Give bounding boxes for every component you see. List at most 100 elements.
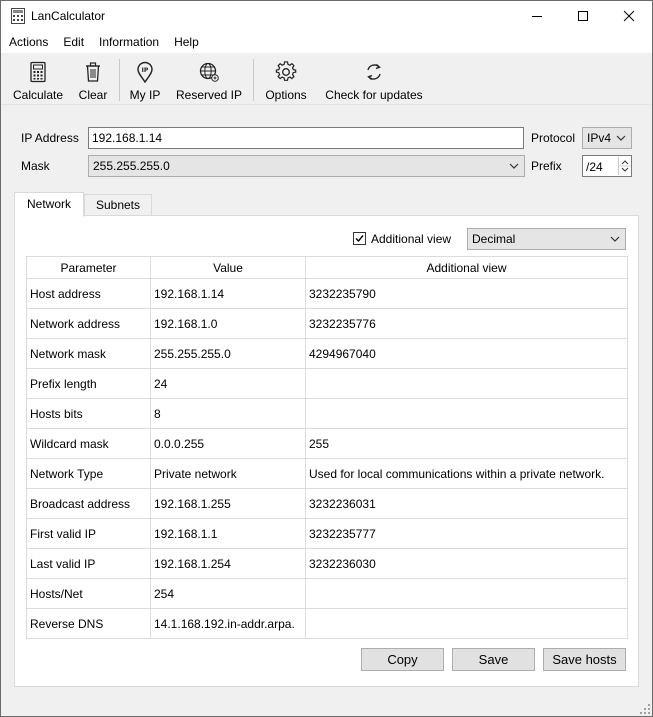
cell-parameter[interactable]: Network mask bbox=[26, 338, 151, 369]
maximize-icon bbox=[578, 11, 588, 21]
cell-additional[interactable]: 3232236031 bbox=[305, 488, 628, 519]
options-label: Options bbox=[265, 88, 307, 102]
cell-additional[interactable] bbox=[305, 578, 628, 609]
prefix-label: Prefix bbox=[531, 159, 562, 173]
table-row[interactable]: Reverse DNS 14.1.168.192.in-addr.arpa. bbox=[26, 608, 628, 639]
globe-icon bbox=[199, 62, 219, 82]
table-row[interactable]: Hosts bits 8 bbox=[26, 398, 628, 429]
close-button[interactable] bbox=[606, 1, 652, 31]
cell-parameter[interactable]: Last valid IP bbox=[26, 548, 151, 579]
table-row[interactable]: Network Type Private network Used for loca… bbox=[26, 458, 628, 489]
mask-select[interactable]: 255.255.255.0 bbox=[88, 155, 525, 177]
table-row[interactable]: Prefix length 24 bbox=[26, 368, 628, 399]
cell-additional[interactable]: 3232235790 bbox=[305, 278, 628, 309]
cell-additional[interactable] bbox=[305, 368, 628, 399]
table-row[interactable]: Network mask 255.255.255.0 4294967040 bbox=[26, 338, 628, 369]
location-pin-icon: IP bbox=[137, 61, 153, 83]
tab-subnets[interactable]: Subnets bbox=[84, 194, 152, 216]
trash-icon bbox=[86, 62, 100, 82]
options-button[interactable]: Options bbox=[260, 55, 312, 105]
column-header-parameter[interactable]: Parameter bbox=[26, 256, 151, 279]
cell-additional[interactable] bbox=[305, 608, 628, 639]
cell-value[interactable]: 192.168.1.0 bbox=[150, 308, 306, 339]
cell-additional[interactable]: 3232235777 bbox=[305, 518, 628, 549]
minimize-button[interactable] bbox=[514, 1, 560, 31]
mask-label: Mask bbox=[21, 159, 50, 173]
cell-parameter[interactable]: Prefix length bbox=[26, 368, 151, 399]
mask-value: 255.255.255.0 bbox=[93, 159, 170, 173]
table-row[interactable]: Host address 192.168.1.14 3232235790 bbox=[26, 278, 628, 309]
menu-actions[interactable]: Actions bbox=[1, 31, 55, 53]
cell-value[interactable]: 192.168.1.1 bbox=[150, 518, 306, 549]
cell-parameter[interactable]: Broadcast address bbox=[26, 488, 151, 519]
close-icon bbox=[623, 10, 635, 22]
prefix-spinbox[interactable]: /24 bbox=[582, 155, 632, 177]
view-format-select[interactable]: Decimal bbox=[467, 228, 626, 250]
column-header-additional-view[interactable]: Additional view bbox=[305, 256, 628, 279]
calculate-label: Calculate bbox=[12, 88, 64, 102]
reserved-ip-button[interactable]: Reserved IP bbox=[172, 55, 246, 105]
cell-additional[interactable] bbox=[305, 398, 628, 429]
cell-value[interactable]: 0.0.0.255 bbox=[150, 428, 306, 459]
menu-help[interactable]: Help bbox=[166, 31, 206, 53]
calculate-button[interactable]: Calculate bbox=[9, 55, 67, 105]
cell-parameter[interactable]: Network Type bbox=[26, 458, 151, 489]
svg-text:IP: IP bbox=[142, 67, 149, 74]
table-row[interactable]: Hosts/Net 254 bbox=[26, 578, 628, 609]
chevron-down-icon bbox=[509, 163, 519, 169]
menu-bar: Actions Edit Information Help bbox=[1, 31, 652, 53]
cell-parameter[interactable]: First valid IP bbox=[26, 518, 151, 549]
save-button[interactable]: Save bbox=[452, 648, 535, 671]
table-row[interactable]: Last valid IP 192.168.1.254 3232236030 bbox=[26, 548, 628, 579]
cell-parameter[interactable]: Hosts bits bbox=[26, 398, 151, 429]
cell-value[interactable]: 14.1.168.192.in-addr.arpa. bbox=[150, 608, 306, 639]
cell-value[interactable]: Private network bbox=[150, 458, 306, 489]
cell-value[interactable]: 255.255.255.0 bbox=[150, 338, 306, 369]
protocol-select[interactable]: IPv4 bbox=[582, 127, 632, 149]
additional-view-checkbox[interactable] bbox=[353, 232, 366, 245]
arrow-up-icon[interactable] bbox=[621, 160, 629, 165]
cell-parameter[interactable]: Reverse DNS bbox=[26, 608, 151, 639]
check-updates-label: Check for updates bbox=[325, 88, 423, 102]
cell-parameter[interactable]: Network address bbox=[26, 308, 151, 339]
resize-grip-icon[interactable] bbox=[640, 704, 650, 714]
cell-additional[interactable]: 4294967040 bbox=[305, 338, 628, 369]
table-row[interactable]: Broadcast address 192.168.1.255 3232236031 bbox=[26, 488, 628, 519]
table-row[interactable]: First valid IP 192.168.1.1 3232235777 bbox=[26, 518, 628, 549]
check-updates-button[interactable]: Check for updates bbox=[319, 55, 429, 105]
chevron-down-icon bbox=[610, 236, 620, 242]
tab-network[interactable]: Network bbox=[14, 192, 84, 217]
menu-information[interactable]: Information bbox=[91, 31, 166, 53]
cell-additional[interactable]: 255 bbox=[305, 428, 628, 459]
arrow-down-icon[interactable] bbox=[621, 167, 629, 172]
cell-additional[interactable]: 3232235776 bbox=[305, 308, 628, 339]
cell-value[interactable]: 8 bbox=[150, 398, 306, 429]
ip-address-label: IP Address bbox=[21, 131, 79, 145]
ip-address-input[interactable] bbox=[88, 127, 524, 149]
app-calculator-icon bbox=[11, 8, 25, 24]
table-row[interactable]: Wildcard mask 0.0.0.255 255 bbox=[26, 428, 628, 459]
title-bar: LanCalculator bbox=[1, 1, 652, 31]
save-hosts-button[interactable]: Save hosts bbox=[543, 648, 626, 671]
cell-additional[interactable]: 3232236030 bbox=[305, 548, 628, 579]
cell-additional[interactable]: Used for local communications within a p… bbox=[305, 458, 628, 489]
cell-parameter[interactable]: Hosts/Net bbox=[26, 578, 151, 609]
cell-parameter[interactable]: Host address bbox=[26, 278, 151, 309]
cell-parameter[interactable]: Wildcard mask bbox=[26, 428, 151, 459]
cell-value[interactable]: 192.168.1.255 bbox=[150, 488, 306, 519]
cell-value[interactable]: 192.168.1.254 bbox=[150, 548, 306, 579]
cell-value[interactable]: 192.168.1.14 bbox=[150, 278, 306, 309]
protocol-value: IPv4 bbox=[587, 131, 612, 145]
minimize-icon bbox=[532, 16, 542, 17]
table-row[interactable]: Network address 192.168.1.0 3232235776 bbox=[26, 308, 628, 339]
prefix-stepper[interactable] bbox=[618, 157, 631, 175]
cell-value[interactable]: 24 bbox=[150, 368, 306, 399]
maximize-button[interactable] bbox=[560, 1, 606, 31]
menu-edit[interactable]: Edit bbox=[55, 31, 91, 53]
reserved-ip-label: Reserved IP bbox=[175, 88, 243, 102]
clear-button[interactable]: Clear bbox=[71, 55, 115, 105]
my-ip-button[interactable]: IP My IP bbox=[124, 55, 166, 105]
column-header-value[interactable]: Value bbox=[150, 256, 306, 279]
cell-value[interactable]: 254 bbox=[150, 578, 306, 609]
copy-button[interactable]: Copy bbox=[361, 648, 444, 671]
